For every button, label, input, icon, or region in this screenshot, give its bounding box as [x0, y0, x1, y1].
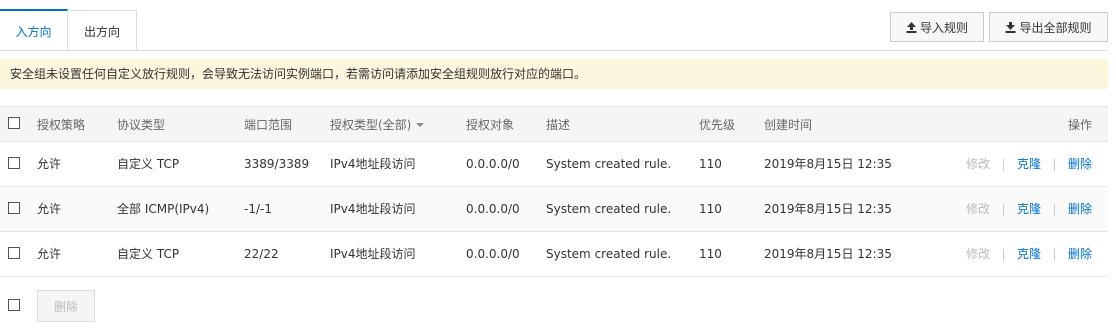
row-checkbox[interactable] — [8, 247, 20, 259]
cell-target: 0.0.0.0/0 — [466, 202, 520, 216]
import-rules-button[interactable]: 导入规则 — [890, 12, 984, 42]
import-rules-label: 导入规则 — [919, 21, 968, 35]
cell-target: 0.0.0.0/0 — [466, 157, 520, 171]
tab-outbound[interactable]: 出方向 — [68, 10, 137, 51]
edit-link-disabled: 修改 — [966, 202, 991, 216]
cell-port: 3389/3389 — [244, 157, 310, 171]
cell-priority: 110 — [699, 202, 722, 216]
header-target: 授权对象 — [466, 118, 515, 132]
delete-link[interactable]: 删除 — [1068, 142, 1092, 187]
divider — [1003, 204, 1004, 216]
cell-auth-type: IPv4地址段访问 — [330, 247, 416, 261]
header-created: 创建时间 — [764, 118, 813, 132]
download-icon — [1005, 21, 1019, 35]
edit-link-disabled: 修改 — [966, 247, 991, 261]
cell-auth-type: IPv4地址段访问 — [330, 202, 416, 216]
header-policy: 授权策略 — [37, 118, 86, 132]
warning-notice: 安全组未设置任何自定义放行规则，会导致无法访问实例端口，若需访问请添加安全组规则… — [0, 59, 1108, 89]
table-row: 允许 全部 ICMP(IPv4) -1/-1 IPv4地址段访问 0.0.0.0… — [0, 187, 1108, 232]
cell-priority: 110 — [699, 157, 722, 171]
divider — [1003, 249, 1004, 261]
footer-select-all-checkbox[interactable] — [8, 299, 20, 311]
cell-target: 0.0.0.0/0 — [466, 247, 520, 261]
tab-inbound[interactable]: 入方向 — [0, 9, 68, 50]
cell-policy: 允许 — [37, 202, 62, 216]
export-all-rules-button[interactable]: 导出全部规则 — [989, 12, 1108, 42]
divider — [1054, 249, 1055, 261]
header-ops: 操作 — [1067, 118, 1092, 132]
clone-link[interactable]: 克隆 — [1017, 142, 1041, 187]
row-checkbox[interactable] — [8, 202, 20, 214]
divider — [1054, 159, 1055, 171]
row-checkbox[interactable] — [8, 157, 20, 169]
delete-link[interactable]: 删除 — [1068, 187, 1092, 232]
header-auth-type-filter[interactable]: 授权类型(全部) — [330, 107, 425, 143]
cell-port: 22/22 — [244, 247, 279, 261]
delete-link[interactable]: 删除 — [1068, 232, 1092, 277]
header-port: 端口范围 — [244, 118, 293, 132]
cell-desc: System created rule. — [546, 247, 672, 261]
cell-priority: 110 — [699, 247, 722, 261]
cell-created: 2019年8月15日 12:35 — [764, 157, 892, 171]
header-desc: 描述 — [546, 118, 571, 132]
cell-policy: 允许 — [37, 157, 62, 171]
rules-table: 授权策略 协议类型 端口范围 授权类型(全部) 授权对象 描述 优先级 创建时间… — [0, 106, 1108, 277]
cell-created: 2019年8月15日 12:35 — [764, 247, 892, 261]
cell-protocol: 自定义 TCP — [117, 247, 180, 261]
cell-desc: System created rule. — [546, 202, 672, 216]
divider — [1003, 159, 1004, 171]
header-auth-type: 授权类型(全部) — [330, 118, 412, 132]
upload-icon — [906, 21, 920, 35]
cell-protocol: 自定义 TCP — [117, 157, 180, 171]
table-row: 允许 自定义 TCP 22/22 IPv4地址段访问 0.0.0.0/0 Sys… — [0, 232, 1108, 277]
clone-link[interactable]: 克隆 — [1017, 232, 1041, 277]
tab-divider — [0, 50, 1108, 51]
cell-desc: System created rule. — [546, 157, 672, 171]
table-footer: 删除 — [0, 290, 1108, 326]
divider — [1054, 204, 1055, 216]
bulk-delete-button[interactable]: 删除 — [37, 290, 95, 322]
cell-auth-type: IPv4地址段访问 — [330, 157, 416, 171]
cell-protocol: 全部 ICMP(IPv4) — [117, 202, 210, 216]
header-protocol: 协议类型 — [117, 118, 166, 132]
table-header-row: 授权策略 协议类型 端口范围 授权类型(全部) 授权对象 描述 优先级 创建时间… — [0, 106, 1108, 142]
cell-policy: 允许 — [37, 247, 62, 261]
clone-link[interactable]: 克隆 — [1017, 187, 1041, 232]
direction-tabs: 入方向 出方向 导入规则 导出全部规则 — [0, 0, 1116, 51]
edit-link-disabled: 修改 — [966, 157, 991, 171]
cell-port: -1/-1 — [244, 202, 272, 216]
export-all-rules-label: 导出全部规则 — [1019, 21, 1092, 35]
select-all-checkbox[interactable] — [8, 117, 20, 129]
header-priority: 优先级 — [699, 118, 736, 132]
table-row: 允许 自定义 TCP 3389/3389 IPv4地址段访问 0.0.0.0/0… — [0, 142, 1108, 187]
cell-created: 2019年8月15日 12:35 — [764, 202, 892, 216]
caret-down-icon[interactable] — [416, 123, 425, 127]
